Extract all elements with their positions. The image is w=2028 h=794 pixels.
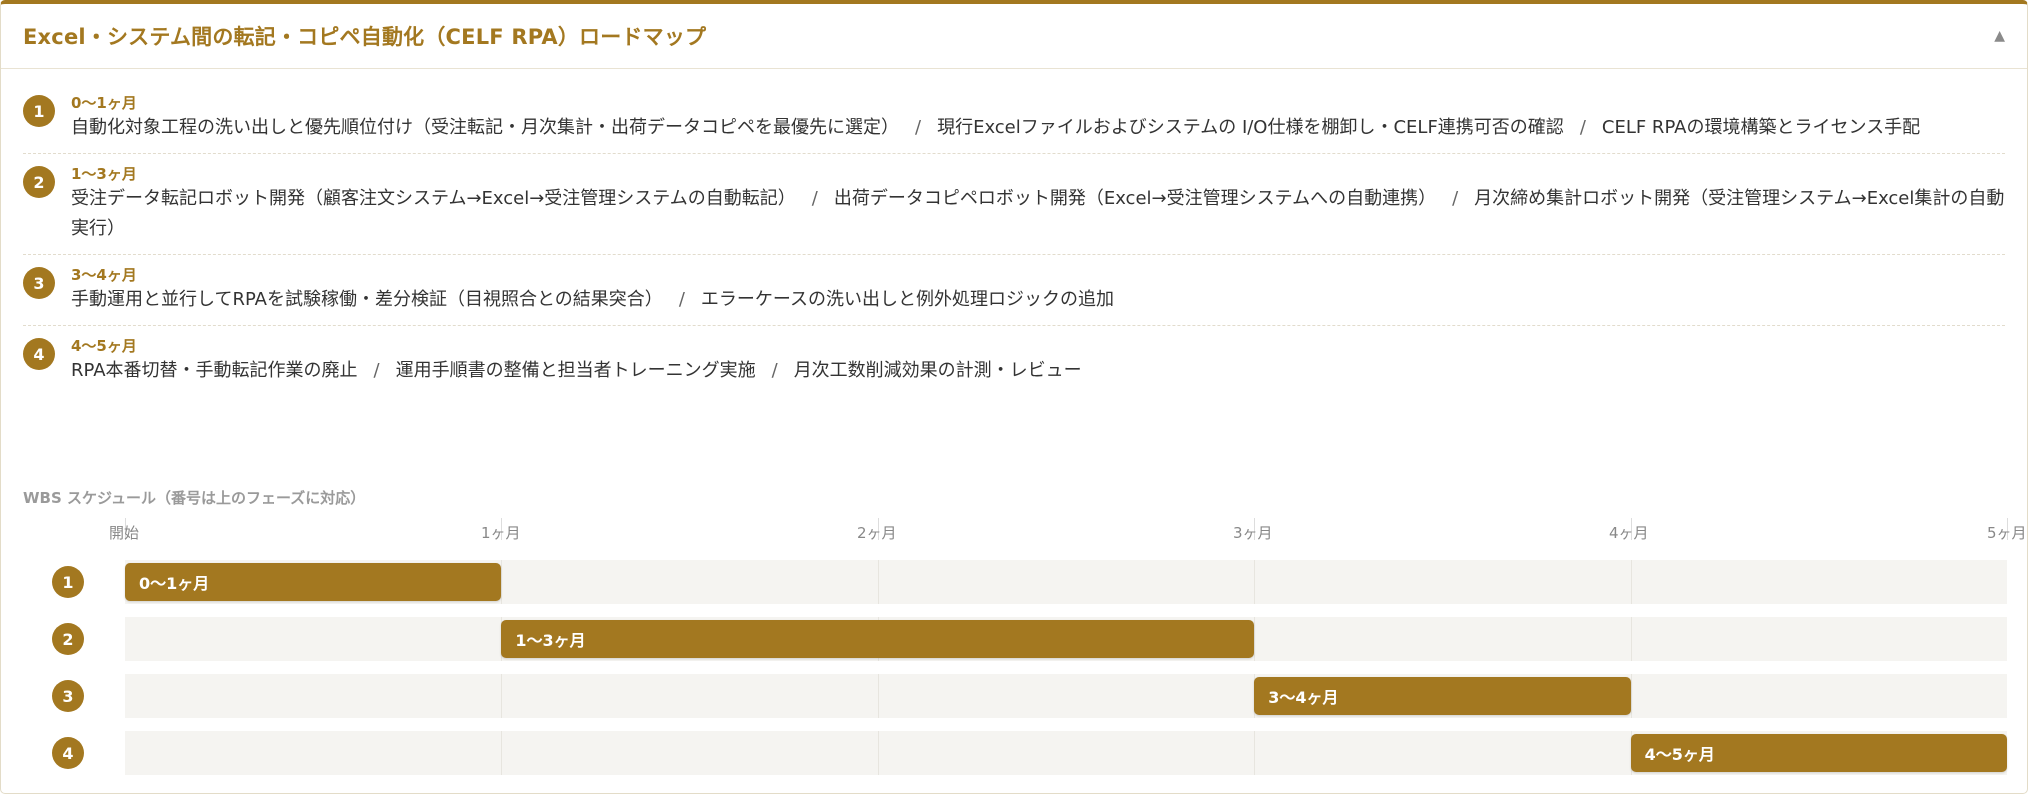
separator: / <box>915 117 922 138</box>
gantt-grid-line <box>501 560 503 604</box>
phase-period: 4〜5ヶ月 <box>71 337 137 355</box>
roadmap-card: Excel・システム間の転記・コピペ自動化（CELF RPA）ロードマップ ▲ … <box>0 0 2028 794</box>
gantt-bar[interactable]: 0〜1ヶ月 <box>125 563 502 601</box>
gantt-row <box>125 674 2007 718</box>
axis-tick-label: 3ヶ月 <box>1233 524 1273 542</box>
gantt-grid-line <box>877 674 879 718</box>
separator: / <box>771 360 778 381</box>
phase-item: 4 4〜5ヶ月 RPA本番切替・手動転記作業の廃止 / 運用手順書の整備と担当者トレ… <box>23 336 2005 396</box>
phase-task: 自動化対象工程の洗い出しと優先順位付け（受注転記・月次集計・出荷データコピペを最… <box>71 117 899 138</box>
page-title: Excel・システム間の転記・コピペ自動化（CELF RPA）ロードマップ <box>23 25 707 49</box>
separator: / <box>678 289 685 310</box>
phase-number-badge: 4 <box>23 338 55 370</box>
axis-tick-label: 2ヶ月 <box>857 524 897 542</box>
phase-number-badge: 3 <box>23 267 55 299</box>
separator: / <box>811 188 818 209</box>
gantt-grid-line <box>1254 731 1256 775</box>
wbs-gantt-chart: 開始 1ヶ月 2ヶ月 3ヶ月 4ヶ月 5ヶ月 1 0〜1ヶ月 2 1〜3ヶ月 3 3〜4ヶ月 4 4〜5ヶ… <box>1 518 2027 778</box>
gantt-grid-line <box>1630 617 1632 661</box>
phase-item: 3 3〜4ヶ月 手動運用と並行してRPAを試験稼働・差分検証（目視照合との結果突… <box>23 265 2005 326</box>
phase-tasks: 手動運用と並行してRPAを試験稼働・差分検証（目視照合との結果突合） / エラーケー… <box>71 285 2005 315</box>
phase-task: 現行Excelファイルおよびシステムの I/O仕様を棚卸し・CELF連携可否の確… <box>937 117 1564 138</box>
phase-item: 1 0〜1ヶ月 自動化対象工程の洗い出しと優先順位付け（受注転記・月次集計・出荷… <box>23 93 2005 154</box>
phase-task: CELF RPAの環境構築とライセンス手配 <box>1601 117 1921 138</box>
gantt-row-number-badge: 2 <box>52 623 84 655</box>
gantt-grid-line <box>1630 674 1632 718</box>
gantt-grid-line <box>1630 560 1632 604</box>
gantt-bar[interactable]: 3〜4ヶ月 <box>1254 677 1631 715</box>
phase-period: 0〜1ヶ月 <box>71 94 137 112</box>
separator: / <box>373 360 380 381</box>
phase-tasks: 自動化対象工程の洗い出しと優先順位付け（受注転記・月次集計・出荷データコピペを最… <box>71 113 2005 143</box>
gantt-grid-line <box>501 674 503 718</box>
axis-tick-label: 4ヶ月 <box>1609 524 1649 542</box>
gantt-grid-line <box>1254 617 1256 661</box>
phase-task: 出荷データコピペロボット開発（Excel→受注管理システムへの自動連携） <box>833 188 1437 209</box>
phase-item: 2 1〜3ヶ月 受注データ転記ロボット開発（顧客注文システム→Excel→受注管… <box>23 164 2005 255</box>
phase-task: 手動運用と並行してRPAを試験稼働・差分検証（目視照合との結果突合） <box>71 289 663 310</box>
gantt-grid-line <box>501 731 503 775</box>
gantt-grid-line <box>877 560 879 604</box>
phase-task: 運用手順書の整備と担当者トレーニング実施 <box>395 360 756 381</box>
phase-task: エラーケースの洗い出しと例外処理ロジックの追加 <box>700 289 1114 310</box>
phase-task: 月次工数削減効果の計測・レビュー <box>793 360 1082 381</box>
phase-tasks: RPA本番切替・手動転記作業の廃止 / 運用手順書の整備と担当者トレーニング実施 / 月… <box>71 356 2005 386</box>
gantt-bar[interactable]: 4〜5ヶ月 <box>1630 734 2007 772</box>
phase-period: 1〜3ヶ月 <box>71 165 137 183</box>
separator: / <box>1579 117 1586 138</box>
gantt-bar[interactable]: 1〜3ヶ月 <box>501 620 1255 658</box>
gantt-row-number-badge: 4 <box>52 737 84 769</box>
axis-tick-label: 開始 <box>109 524 140 542</box>
phase-task: 受注データ転記ロボット開発（顧客注文システム→Excel→受注管理システムの自動… <box>71 188 796 209</box>
axis-tick-label: 5ヶ月 <box>1987 524 2027 542</box>
gantt-grid-line <box>877 731 879 775</box>
phase-number-badge: 2 <box>23 166 55 198</box>
separator: / <box>1452 188 1459 209</box>
wbs-title: WBS スケジュール（番号は上のフェーズに対応） <box>23 489 366 507</box>
phase-number-badge: 1 <box>23 95 55 127</box>
gantt-row-number-badge: 3 <box>52 680 84 712</box>
gantt-grid-line <box>1254 560 1256 604</box>
phase-list: 1 0〜1ヶ月 自動化対象工程の洗い出しと優先順位付け（受注転記・月次集計・出荷… <box>1 69 2027 396</box>
phase-period: 3〜4ヶ月 <box>71 266 137 284</box>
phase-tasks: 受注データ転記ロボット開発（顧客注文システム→Excel→受注管理システムの自動… <box>71 184 2005 244</box>
triangle-up-icon[interactable]: ▲ <box>1994 28 2005 44</box>
phase-task: RPA本番切替・手動転記作業の廃止 <box>71 360 358 381</box>
gantt-row-number-badge: 1 <box>52 566 84 598</box>
card-header[interactable]: Excel・システム間の転記・コピペ自動化（CELF RPA）ロードマップ ▲ <box>1 4 2027 69</box>
axis-tick-label: 1ヶ月 <box>481 524 521 542</box>
